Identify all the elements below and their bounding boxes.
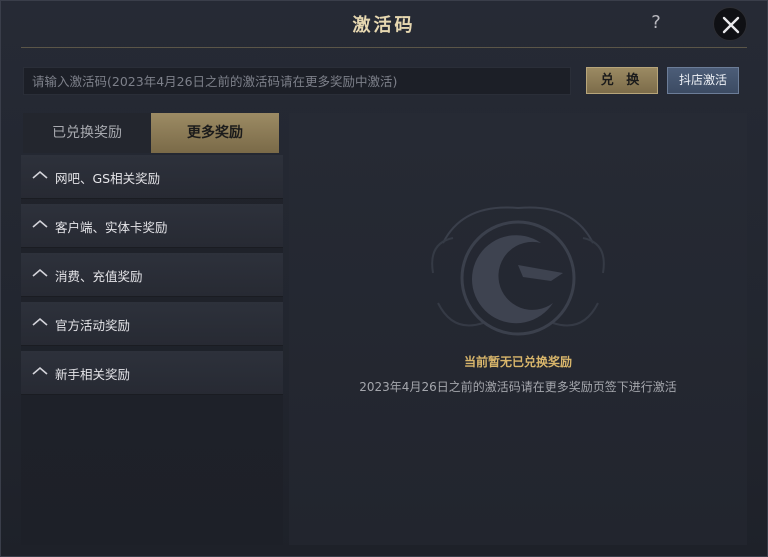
- category-item-client-card[interactable]: 客户端、实体卡奖励: [21, 204, 283, 248]
- redeem-button[interactable]: 兑 换: [586, 67, 658, 94]
- category-label: 新手相关奖励: [55, 367, 131, 382]
- chevron-up-icon: [32, 170, 48, 179]
- crescent-emblem-icon: [431, 206, 605, 336]
- title-bar: 激活码 ?: [21, 1, 747, 48]
- close-icon: [722, 16, 740, 34]
- chevron-up-icon: [32, 317, 48, 326]
- category-label: 客户端、实体卡奖励: [55, 220, 168, 235]
- category-label: 官方活动奖励: [55, 318, 131, 333]
- category-item-newbie[interactable]: 新手相关奖励: [21, 351, 283, 395]
- activation-code-input[interactable]: [23, 67, 571, 95]
- help-button[interactable]: ?: [645, 11, 667, 35]
- tab-redeemed-rewards[interactable]: 已兑换奖励: [23, 113, 151, 153]
- category-label: 消费、充值奖励: [55, 269, 143, 284]
- category-item-netcafe[interactable]: 网吧、GS相关奖励: [21, 155, 283, 199]
- chevron-up-icon: [32, 268, 48, 277]
- reward-content-panel: 当前暂无已兑换奖励 2023年4月26日之前的激活码请在更多奖励页签下进行激活: [289, 113, 747, 545]
- help-icon: ?: [651, 12, 661, 33]
- tab-more-rewards[interactable]: 更多奖励: [151, 113, 279, 153]
- empty-state-hint: 2023年4月26日之前的激活码请在更多奖励页签下进行激活: [359, 380, 677, 394]
- shop-activate-button[interactable]: 抖店激活: [667, 67, 739, 94]
- empty-state-title: 当前暂无已兑换奖励: [463, 355, 572, 369]
- dialog-title: 激活码: [352, 15, 416, 36]
- activation-code-dialog: 激活码 ? 兑 换 抖店激活 已兑换奖励 更多奖励 网吧、GS相关奖励 客户端、…: [0, 0, 768, 557]
- reward-category-list: 网吧、GS相关奖励 客户端、实体卡奖励 消费、充值奖励 官方活动奖励 新手相关奖…: [21, 155, 283, 545]
- category-label: 网吧、GS相关奖励: [55, 171, 161, 186]
- chevron-up-icon: [32, 219, 48, 228]
- close-button[interactable]: [713, 7, 747, 41]
- category-item-consume-recharge[interactable]: 消费、充值奖励: [21, 253, 283, 297]
- category-item-official-events[interactable]: 官方活动奖励: [21, 302, 283, 346]
- chevron-up-icon: [32, 366, 48, 375]
